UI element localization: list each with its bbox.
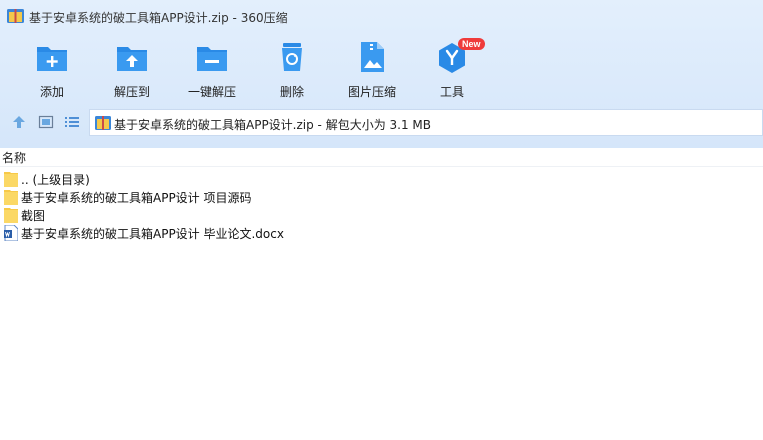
extract-to-icon [117,47,147,71]
tools-button[interactable]: New 工具 [416,38,488,99]
list-item-name: .. (上级目录) [21,173,90,187]
zip-archive-icon [7,9,24,23]
image-compress-icon [361,42,384,72]
zip-archive-icon [95,116,111,130]
list-item-parent-directory[interactable]: .. (上级目录) [0,170,763,188]
image-compress-button[interactable]: 图片压缩 [336,38,408,99]
delete-button[interactable]: 删除 [256,38,328,99]
navigation-bar: 基于安卓系统的破工具箱APP设计.zip - 解包大小为 3.1 MB [0,106,763,138]
word-document-icon [4,225,18,241]
window-chrome: 基于安卓系统的破工具箱APP设计.zip - 360压缩 添加 解压到 一键解压… [0,0,763,148]
tools-label: 工具 [439,85,464,99]
window-title: 基于安卓系统的破工具箱APP设计.zip - 360压缩 [29,11,288,25]
folder-icon [4,190,18,205]
file-list: 名称 .. (上级目录) 基于安卓系统的破工具箱APP设计 项目源码 截图 基于… [0,148,763,440]
add-label: 添加 [39,85,64,99]
delete-label: 删除 [279,85,304,99]
one-click-extract-icon [197,47,227,71]
list-item-screenshots-folder[interactable]: 截图 [0,206,763,224]
title-bar: 基于安卓系统的破工具箱APP设计.zip - 360压缩 [0,0,763,32]
address-text: 基于安卓系统的破工具箱APP设计.zip - 解包大小为 3.1 MB [114,118,432,132]
toolbar: 添加 解压到 一键解压 删除 图片压缩 New 工具 [0,32,763,102]
column-name-header[interactable]: 名称 [2,149,26,166]
delete-icon [282,43,302,71]
extract-to-button[interactable]: 解压到 [96,38,168,99]
column-header: 名称 [0,148,763,167]
list-item-name: 基于安卓系统的破工具箱APP设计 项目源码 [21,191,252,205]
add-icon [37,47,67,71]
folder-icon [4,208,18,223]
list-item-name: 基于安卓系统的破工具箱APP设计 毕业论文.docx [21,227,284,241]
image-compress-label: 图片压缩 [347,85,396,99]
one-click-extract-label: 一键解压 [187,85,236,99]
address-bar[interactable]: 基于安卓系统的破工具箱APP设计.zip - 解包大小为 3.1 MB [89,109,763,136]
folder-icon [4,172,18,187]
list-view-icon[interactable] [64,114,80,130]
list-item-project-source-folder[interactable]: 基于安卓系统的破工具箱APP设计 项目源码 [0,188,763,206]
up-arrow-icon[interactable] [11,114,27,130]
list-item-thesis-docx[interactable]: 基于安卓系统的破工具箱APP设计 毕业论文.docx [0,224,763,242]
one-click-extract-button[interactable]: 一键解压 [176,38,248,99]
new-badge: New [458,38,485,50]
add-button[interactable]: 添加 [16,38,88,99]
thumbnail-view-icon[interactable] [38,114,54,130]
extract-to-label: 解压到 [113,85,150,99]
list-item-name: 截图 [21,209,46,223]
